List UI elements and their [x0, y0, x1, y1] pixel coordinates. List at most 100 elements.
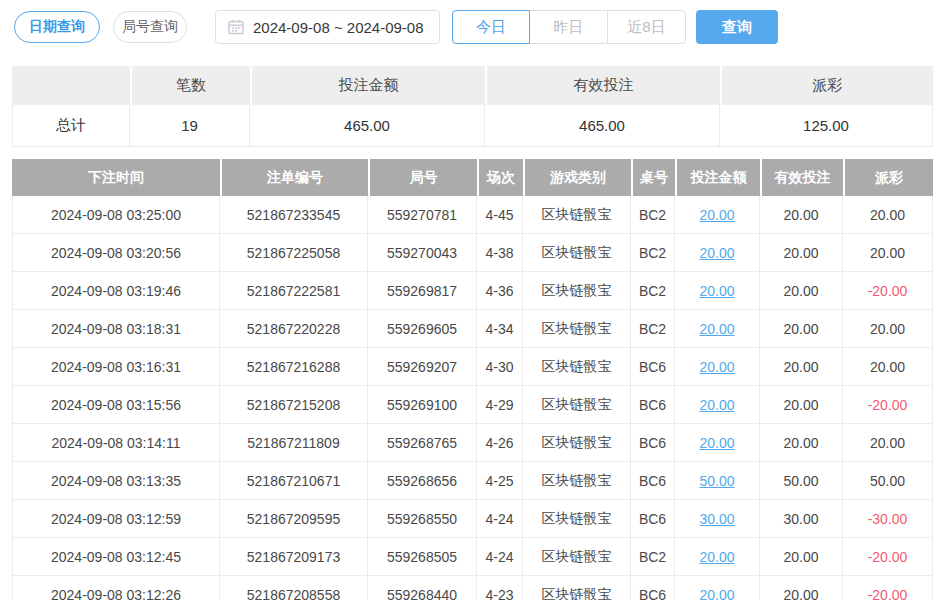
bet-amount-link[interactable]: 20.00: [699, 549, 734, 565]
yesterday-button[interactable]: 昨日: [529, 10, 608, 44]
bet-time-cell: 2024-09-08 03:19:46: [12, 272, 220, 310]
bet-time-cell: 2024-09-08 03:18:31: [12, 310, 220, 348]
game-type-cell: 区块链骰宝: [523, 386, 631, 424]
session-cell: 4-23: [477, 576, 523, 600]
payout-cell: -20.00: [843, 386, 933, 424]
valid-bet-cell: 30.00: [760, 500, 843, 538]
toolbar: 日期查询 局号查询 2024-09-08 ~ 2024-09-08 今日 昨日 …: [0, 0, 945, 54]
col-header-game-type: 游戏类别: [523, 159, 631, 196]
col-header-bet-time: 下注时间: [12, 159, 220, 196]
summary-table: 笔数 投注金额 有效投注 派彩 总计 19 465.00 465.00 125.…: [12, 66, 933, 147]
bet-amount-cell: 50.00: [675, 462, 760, 500]
bet-amount-cell: 20.00: [675, 424, 760, 462]
bet-amount-link[interactable]: 20.00: [699, 359, 734, 375]
payout-cell: 20.00: [843, 234, 933, 272]
col-header-table-no: 桌号: [631, 159, 675, 196]
bet-id-cell: 521867216288: [220, 348, 368, 386]
col-header-round-id: 局号: [368, 159, 477, 196]
session-cell: 4-29: [477, 386, 523, 424]
bet-amount-link[interactable]: 50.00: [699, 473, 734, 489]
table-no-cell: BC6: [631, 386, 675, 424]
bet-id-cell: 521867208558: [220, 576, 368, 600]
table-no-cell: BC2: [631, 234, 675, 272]
valid-bet-cell: 20.00: [760, 576, 843, 600]
table-row: 2024-09-08 03:12:59 521867209595 5592685…: [12, 500, 933, 538]
bet-amount-cell: 20.00: [675, 348, 760, 386]
game-type-cell: 区块链骰宝: [523, 500, 631, 538]
table-row: 2024-09-08 03:15:56 521867215208 5592691…: [12, 386, 933, 424]
round-id-cell: 559268656: [368, 462, 477, 500]
round-id-cell: 559268765: [368, 424, 477, 462]
col-header-bet-amount: 投注金额: [675, 159, 760, 196]
bet-amount-link[interactable]: 30.00: [699, 511, 734, 527]
bet-amount-cell: 20.00: [675, 272, 760, 310]
summary-bet-amount-value: 465.00: [250, 105, 485, 147]
bet-amount-link[interactable]: 20.00: [699, 587, 734, 600]
valid-bet-cell: 20.00: [760, 348, 843, 386]
payout-cell: -20.00: [843, 272, 933, 310]
session-cell: 4-24: [477, 500, 523, 538]
bet-amount-link[interactable]: 20.00: [699, 245, 734, 261]
payout-cell: 20.00: [843, 348, 933, 386]
round-query-tab[interactable]: 局号查询: [113, 11, 187, 43]
date-query-tab[interactable]: 日期查询: [14, 11, 100, 43]
valid-bet-cell: 20.00: [760, 272, 843, 310]
payout-cell: -20.00: [843, 538, 933, 576]
valid-bet-cell: 20.00: [760, 386, 843, 424]
last-8-days-button[interactable]: 近8日: [607, 10, 686, 44]
today-button[interactable]: 今日: [452, 10, 530, 44]
table-no-cell: BC6: [631, 462, 675, 500]
game-type-cell: 区块链骰宝: [523, 424, 631, 462]
summary-header-count: 笔数: [130, 66, 250, 105]
bet-id-cell: 521867210671: [220, 462, 368, 500]
valid-bet-cell: 20.00: [760, 424, 843, 462]
summary-header-valid-bet: 有效投注: [485, 66, 720, 105]
table-no-cell: BC6: [631, 500, 675, 538]
round-id-cell: 559270043: [368, 234, 477, 272]
payout-cell: -20.00: [843, 576, 933, 600]
round-id-cell: 559269817: [368, 272, 477, 310]
bet-time-cell: 2024-09-08 03:14:11: [12, 424, 220, 462]
bet-time-cell: 2024-09-08 03:13:35: [12, 462, 220, 500]
summary-valid-bet-value: 465.00: [485, 105, 720, 147]
table-no-cell: BC6: [631, 348, 675, 386]
calendar-icon: [228, 19, 244, 35]
summary-header-payout: 派彩: [720, 66, 933, 105]
bet-time-cell: 2024-09-08 03:20:56: [12, 234, 220, 272]
table-no-cell: BC6: [631, 424, 675, 462]
payout-cell: 20.00: [843, 196, 933, 234]
game-type-cell: 区块链骰宝: [523, 576, 631, 600]
bet-amount-link[interactable]: 20.00: [699, 435, 734, 451]
bet-id-cell: 521867215208: [220, 386, 368, 424]
table-row: 2024-09-08 03:18:31 521867220228 5592696…: [12, 310, 933, 348]
summary-header-empty: [12, 66, 130, 105]
bet-amount-link[interactable]: 20.00: [699, 397, 734, 413]
game-type-cell: 区块链骰宝: [523, 348, 631, 386]
valid-bet-cell: 20.00: [760, 310, 843, 348]
round-id-cell: 559268440: [368, 576, 477, 600]
bet-amount-cell: 20.00: [675, 576, 760, 600]
valid-bet-cell: 50.00: [760, 462, 843, 500]
session-cell: 4-30: [477, 348, 523, 386]
bet-id-cell: 521867225058: [220, 234, 368, 272]
bet-time-cell: 2024-09-08 03:12:26: [12, 576, 220, 600]
payout-cell: 50.00: [843, 462, 933, 500]
bet-amount-link[interactable]: 20.00: [699, 321, 734, 337]
bet-records-table: 下注时间 注单编号 局号 场次 游戏类别 桌号 投注金额 有效投注 派彩 202…: [12, 159, 933, 600]
game-type-cell: 区块链骰宝: [523, 272, 631, 310]
table-row: 2024-09-08 03:19:46 521867222581 5592698…: [12, 272, 933, 310]
date-range-value: 2024-09-08 ~ 2024-09-08: [253, 19, 424, 36]
bet-amount-cell: 20.00: [675, 386, 760, 424]
round-id-cell: 559268550: [368, 500, 477, 538]
bet-time-cell: 2024-09-08 03:15:56: [12, 386, 220, 424]
table-row: 2024-09-08 03:16:31 521867216288 5592692…: [12, 348, 933, 386]
bet-amount-link[interactable]: 20.00: [699, 207, 734, 223]
bet-amount-link[interactable]: 20.00: [699, 283, 734, 299]
bet-id-cell: 521867209595: [220, 500, 368, 538]
table-no-cell: BC2: [631, 196, 675, 234]
summary-total-label: 总计: [12, 105, 130, 147]
game-type-cell: 区块链骰宝: [523, 234, 631, 272]
table-row: 2024-09-08 03:25:00 521867233545 5592707…: [12, 196, 933, 234]
date-range-input[interactable]: 2024-09-08 ~ 2024-09-08: [215, 10, 440, 44]
search-button[interactable]: 查询: [696, 10, 778, 44]
